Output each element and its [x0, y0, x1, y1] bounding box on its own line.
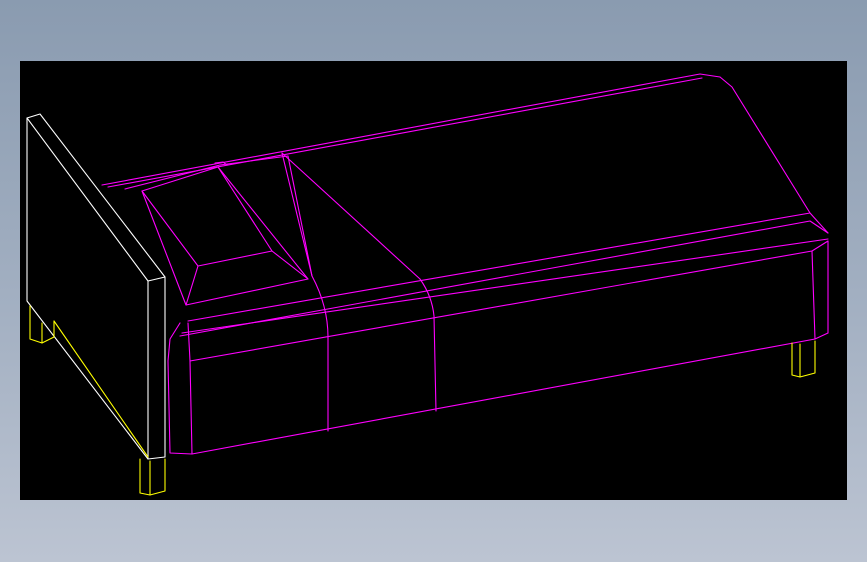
headboard-back-face [26, 117, 149, 460]
pillow-wireframe [141, 161, 309, 306]
cad-window [0, 0, 867, 562]
leg-front-left [139, 458, 166, 496]
headboard-base-edge [53, 320, 149, 458]
mattress-front-chamfer-low [189, 240, 829, 362]
pillow-outline [141, 166, 309, 306]
bed-wireframe-drawing [26, 73, 829, 496]
mattress-foot-bottom-corner [814, 332, 829, 340]
pillow-front-drop [185, 265, 199, 306]
headboard-bottom-edge [147, 456, 166, 460]
leg-front-right [791, 340, 816, 378]
pillow-ridge-left [141, 190, 199, 267]
mattress-foot-vertical-2 [811, 250, 816, 340]
mattress-front-bottom-edge [191, 338, 816, 455]
mattress-front-chamfer-top [181, 238, 829, 334]
mattress-wireframe [101, 73, 829, 455]
blanket-band-seam-left [281, 152, 329, 432]
mattress-head-corner-inner [187, 322, 193, 455]
pillow-ridge-right [217, 166, 273, 252]
headboard-wireframe [26, 113, 166, 460]
mattress-foot-top-chamfer [719, 76, 829, 234]
mattress-head-corner-profile [167, 322, 193, 455]
mattress-back-rail-outer [101, 73, 721, 186]
cad-viewport[interactable] [20, 61, 847, 500]
mattress-top-front-edge [187, 212, 811, 322]
mattress-back-rail-low [124, 155, 289, 190]
pillow-top-face [197, 250, 309, 280]
